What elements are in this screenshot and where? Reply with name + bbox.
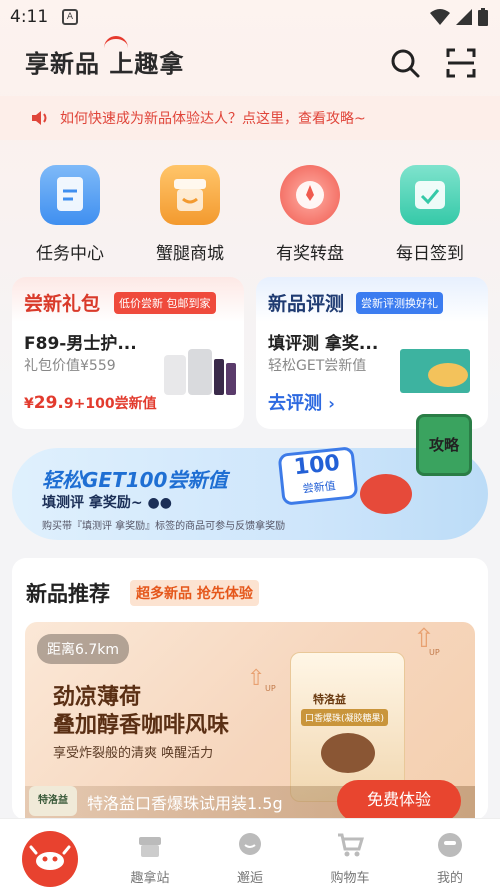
brand-logo: 特洛益	[29, 786, 77, 816]
review-product-image	[400, 349, 470, 393]
quick-item-task-center[interactable]: 任务中心	[15, 165, 125, 264]
tab-cart[interactable]: 购物车	[300, 819, 400, 888]
tab-home[interactable]	[0, 819, 100, 888]
review-headline: 填评测 拿奖...	[268, 334, 379, 354]
card-badge: 低价尝新 包邮到家	[114, 292, 216, 314]
battery-icon	[478, 8, 488, 26]
calendar-check-icon	[400, 165, 460, 225]
profile-icon	[438, 833, 462, 857]
gift-price: ¥29.9+100尝新值	[24, 393, 157, 413]
app-notification-icon: A	[62, 9, 78, 25]
review-card[interactable]: 新品评测 尝新评测换好礼 填评测 拿奖... 轻松GET尝新值 去评测 ›	[256, 277, 488, 429]
promo-banner[interactable]: 轻松GET100尝新值 填测评 拿奖励~ ●● 购买带『填测评 拿奖励』标签的商…	[12, 414, 488, 540]
quick-label: 每日签到	[396, 244, 464, 264]
section-tag: 超多新品 抢先体验	[130, 580, 259, 606]
gift-pack-card[interactable]: 尝新礼包 低价尝新 包邮到家 F89-男士护... 礼包价值¥559 ¥29.9…	[12, 277, 244, 429]
card-badge: 尝新评测换好礼	[356, 292, 443, 314]
quick-item-daily-checkin[interactable]: 每日签到	[375, 165, 485, 264]
tab-encounter[interactable]: 邂逅	[200, 819, 300, 888]
status-bar: 4:11 A	[0, 0, 500, 34]
section-title: 新品推荐	[26, 582, 110, 606]
tab-profile[interactable]: 我的	[400, 819, 500, 888]
product-subline: 享受炸裂般的清爽 唤醒活力	[53, 746, 214, 761]
up-arrow-icon: ⇧	[247, 666, 266, 691]
bottom-tab-bar: 趣拿站 邂逅 购物车 我的	[0, 818, 500, 888]
product-strip[interactable]: 特洛益 特洛益口香爆珠试用装1.5g 免费体验	[25, 780, 475, 820]
banner-line-2: 填测评 拿奖励~ ●●	[42, 495, 172, 511]
quick-item-lucky-wheel[interactable]: 有奖转盘	[255, 165, 365, 264]
search-icon[interactable]	[388, 46, 422, 80]
quick-menu: 任务中心 蟹腿商城 有奖转盘 每日签到	[0, 165, 500, 275]
clipboard-icon	[40, 165, 100, 225]
quick-label: 有奖转盘	[276, 244, 344, 264]
notice-text: 如何快速成为新品体验达人？点这里，查看攻略~	[60, 111, 366, 127]
cart-icon	[338, 833, 365, 857]
card-title: 尝新礼包	[24, 293, 101, 315]
lucky-wheel-icon	[280, 165, 340, 225]
app-logo: 享新品 上趣拿	[25, 50, 185, 78]
gift-product-image	[164, 349, 236, 395]
guide-book-icon[interactable]: 攻略	[416, 414, 472, 476]
store-icon	[139, 837, 161, 857]
free-trial-button[interactable]: 免费体验	[337, 780, 461, 820]
up-label: UP	[429, 648, 440, 657]
review-sub: 轻松GET尝新值	[268, 358, 367, 374]
crab-home-icon	[22, 831, 78, 887]
card-title: 新品评测	[268, 293, 345, 315]
system-icons	[430, 8, 488, 26]
go-review-link[interactable]: 去评测 ›	[268, 389, 335, 415]
speaker-icon	[32, 111, 47, 125]
quick-label: 任务中心	[36, 244, 104, 264]
app-header: 享新品 上趣拿	[0, 34, 500, 94]
product-headline: 劲凉薄荷 叠加醇香咖啡风味	[53, 685, 230, 738]
product-name: 特洛益口香爆珠试用装1.5g	[87, 794, 283, 813]
gift-product-name: F89-男士护...	[24, 334, 137, 354]
new-products-section: 新品推荐 超多新品 抢先体验 距离6.7km 劲凉薄荷 叠加醇香咖啡风味 享受炸…	[12, 558, 488, 820]
eyes-icon: ●●	[147, 495, 172, 511]
banner-line-3: 购买带『填测评 拿奖励』标签的商品可参与反馈拿奖励	[42, 521, 286, 532]
signal-icon	[456, 9, 472, 25]
tab-quna-station[interactable]: 趣拿站	[100, 819, 200, 888]
value-bubble: 100 尝新值	[277, 446, 359, 506]
banner-line-1: 轻松GET100尝新值	[42, 468, 228, 492]
shop-icon	[160, 165, 220, 225]
chat-icon	[239, 833, 261, 855]
wifi-icon	[430, 9, 450, 25]
status-time: 4:11	[10, 7, 49, 27]
chevron-right-icon: ›	[328, 394, 335, 413]
crab-mascot-icon	[360, 474, 412, 514]
distance-badge: 距离6.7km	[37, 634, 130, 664]
up-label: UP	[265, 684, 276, 693]
quick-label: 蟹腿商城	[156, 244, 224, 264]
quick-item-crab-mall[interactable]: 蟹腿商城	[135, 165, 245, 264]
scan-icon[interactable]	[444, 46, 478, 80]
notice-bar[interactable]: 如何快速成为新品体验达人？点这里，查看攻略~	[0, 96, 500, 140]
gift-value: 礼包价值¥559	[24, 358, 116, 374]
